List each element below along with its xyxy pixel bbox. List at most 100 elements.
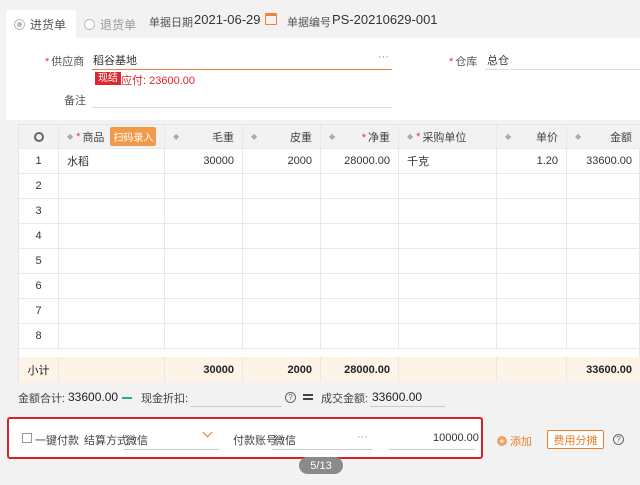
- amount-input[interactable]: 10000.00: [433, 432, 479, 444]
- account-input[interactable]: 微信: [274, 432, 296, 448]
- warehouse-input[interactable]: 总仓: [487, 52, 509, 68]
- column-product[interactable]: ◆ * 商品 扫码录入: [59, 125, 165, 148]
- account-underline: [272, 449, 372, 450]
- date-field[interactable]: 2021-06-29: [194, 12, 261, 27]
- column-net[interactable]: ◆ * 净重: [321, 125, 399, 148]
- tab-purchase[interactable]: 进货单: [6, 10, 77, 38]
- amount-underline: [389, 449, 475, 450]
- table-row[interactable]: 6: [19, 274, 640, 299]
- one-click-pay-label: 一键付款: [35, 435, 79, 447]
- row-number: 6: [19, 274, 59, 298]
- subtotal-tare: 2000: [243, 357, 321, 382]
- sort-icon: ◆: [407, 132, 414, 141]
- table-row[interactable]: 5: [19, 249, 640, 274]
- row-number: 3: [19, 199, 59, 223]
- cell-net[interactable]: 28000.00: [321, 149, 399, 173]
- minus-icon: [122, 397, 132, 399]
- radio-selected-icon: [14, 18, 25, 30]
- method-label: 结算方式: [84, 435, 128, 447]
- method-underline: [124, 449, 219, 450]
- table-row[interactable]: 2: [19, 174, 640, 199]
- table-row[interactable]: 3: [19, 199, 640, 224]
- deal-label: 成交金额:: [321, 393, 369, 405]
- subtotal-gross: 30000: [165, 357, 243, 382]
- order-type-tabs: 进货单 退货单: [6, 10, 146, 38]
- row-number: 5: [19, 249, 59, 273]
- sort-icon: ◆: [505, 132, 512, 141]
- date-label: 单据日期: [149, 17, 193, 29]
- payment-panel: 一键付款 结算方式 微信 付款账号 微信 ··· 10000.00: [7, 417, 483, 459]
- row-number: 1: [19, 149, 59, 173]
- supplier-underline: [92, 69, 392, 70]
- discount-input[interactable]: [190, 406, 282, 407]
- cell-tare[interactable]: 2000: [243, 149, 321, 173]
- table-filler: [19, 349, 640, 357]
- chevron-down-icon[interactable]: [202, 427, 213, 438]
- row-number: 4: [19, 224, 59, 248]
- table-row[interactable]: 1 水稻 30000 2000 28000.00 千克 1.20 33600.0…: [19, 149, 640, 174]
- one-click-pay-checkbox[interactable]: [22, 433, 32, 443]
- table-row[interactable]: 8: [19, 324, 640, 349]
- account-label: 付款账号: [233, 435, 277, 447]
- add-payment-button[interactable]: + 添加: [497, 433, 532, 449]
- help-icon[interactable]: ?: [613, 434, 624, 445]
- warehouse-label: * 仓库: [449, 56, 478, 68]
- discount-label: 现金折扣:: [141, 393, 189, 405]
- subtotal-net: 28000.00: [321, 357, 399, 382]
- items-table: ◆ * 商品 扫码录入 ◆ 毛重 ◆ 皮重 ◆ * 净重 ◆ * 采购单位 ◆ 单价 ◆ 金额 1 水…: [18, 124, 640, 382]
- total-label: 金额合计:: [18, 393, 66, 405]
- column-settings[interactable]: [19, 125, 59, 148]
- cell-price[interactable]: 1.20: [497, 149, 567, 173]
- sort-icon: ◆: [67, 132, 74, 141]
- plus-icon: +: [497, 436, 507, 446]
- sort-icon: ◆: [173, 132, 180, 141]
- warehouse-underline: [485, 69, 640, 70]
- equals-icon: [303, 394, 313, 400]
- page-indicator: 5/13: [299, 457, 343, 474]
- sort-icon: ◆: [329, 132, 336, 141]
- supplier-more-icon[interactable]: ···: [378, 51, 389, 63]
- subtotal-label: 小计: [19, 357, 59, 382]
- scan-entry-button[interactable]: 扫码录入: [110, 127, 157, 146]
- fee-allocation-button[interactable]: 费用分摊: [547, 430, 604, 449]
- column-amount[interactable]: ◆ 金额: [567, 125, 640, 148]
- row-number: 7: [19, 299, 59, 323]
- sort-icon: ◆: [575, 132, 582, 141]
- column-unit[interactable]: ◆ * 采购单位: [399, 125, 497, 148]
- add-label: 添加: [510, 436, 532, 448]
- number-label: 单据编号: [287, 17, 331, 29]
- remark-input[interactable]: [92, 107, 392, 108]
- row-number: 8: [19, 324, 59, 348]
- calendar-icon[interactable]: [265, 13, 277, 25]
- gear-icon: [33, 131, 44, 142]
- cell-product[interactable]: 水稻: [59, 149, 165, 173]
- cell-amount[interactable]: 33600.00: [567, 149, 640, 173]
- table-row[interactable]: 4: [19, 224, 640, 249]
- number-field: PS-20210629-001: [332, 12, 438, 27]
- totals-bar: 金额合计: 33600.00 现金折扣: ? 成交金额: 33600.00: [0, 386, 640, 408]
- column-tare[interactable]: ◆ 皮重: [243, 125, 321, 148]
- cell-gross[interactable]: 30000: [165, 149, 243, 173]
- row-number: 2: [19, 174, 59, 198]
- radio-icon: [84, 18, 96, 30]
- table-header: ◆ * 商品 扫码录入 ◆ 毛重 ◆ 皮重 ◆ * 净重 ◆ * 采购单位 ◆ 单价 ◆ 金额: [19, 125, 640, 149]
- tab-return[interactable]: 退货单: [76, 10, 146, 38]
- account-more-icon[interactable]: ···: [357, 431, 368, 443]
- supplier-input[interactable]: 稻谷基地: [93, 52, 137, 68]
- tab-return-label: 退货单: [100, 17, 137, 32]
- column-price[interactable]: ◆ 单价: [497, 125, 567, 148]
- top-bar: 进货单 退货单 单据日期 2021-06-29 单据编号 PS-20210629…: [0, 0, 640, 42]
- subtotal-amount: 33600.00: [567, 357, 640, 382]
- method-select[interactable]: 微信: [126, 432, 148, 448]
- subtotal-row: 小计 30000 2000 28000.00 33600.00: [19, 357, 640, 382]
- total-value: 33600.00: [68, 390, 119, 404]
- column-gross[interactable]: ◆ 毛重: [165, 125, 243, 148]
- help-icon[interactable]: ?: [285, 392, 296, 403]
- sort-icon: ◆: [251, 132, 258, 141]
- tab-purchase-label: 进货单: [30, 17, 67, 32]
- remark-label: 备注: [64, 95, 86, 107]
- table-row[interactable]: 7: [19, 299, 640, 324]
- cell-unit[interactable]: 千克: [399, 149, 497, 173]
- payable-text: 应付: 23600.00: [121, 75, 195, 87]
- cash-badge: 现结: [95, 72, 121, 85]
